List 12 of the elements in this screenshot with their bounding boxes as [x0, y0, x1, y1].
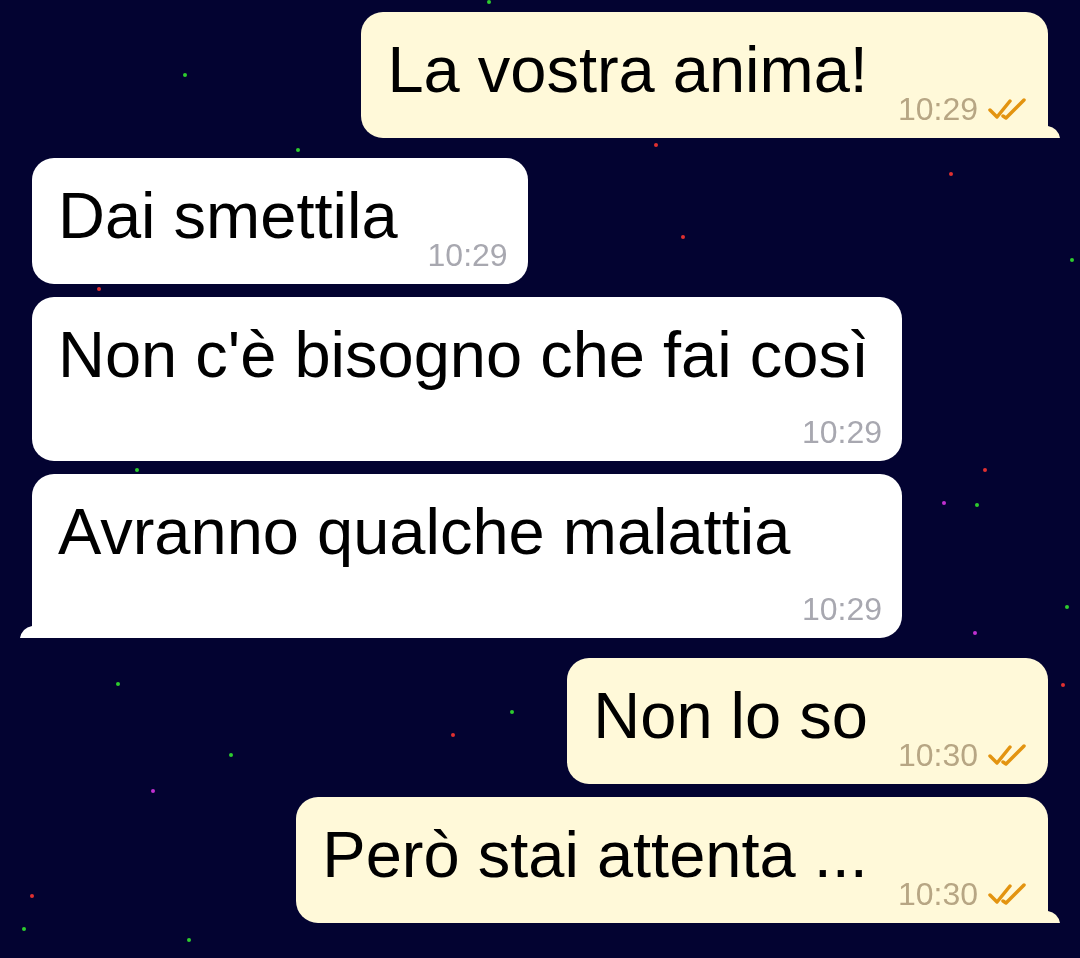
message-time: 10:29	[897, 90, 978, 128]
message-text: Però stai attenta ...	[322, 817, 868, 893]
message-text: Non c'è bisogno che fai così	[58, 317, 869, 393]
message-time: 10:29	[801, 413, 882, 451]
message-time: 10:29	[801, 590, 882, 628]
message-text: Avranno qualche malattia	[58, 494, 791, 570]
message-time: 10:30	[897, 736, 978, 774]
message-text: Non lo so	[593, 678, 868, 754]
message-text: La vostra anima!	[387, 32, 868, 108]
message-time: 10:30	[897, 875, 978, 913]
message-text: Dai smettila	[58, 178, 398, 254]
message-time: 10:29	[427, 236, 508, 274]
